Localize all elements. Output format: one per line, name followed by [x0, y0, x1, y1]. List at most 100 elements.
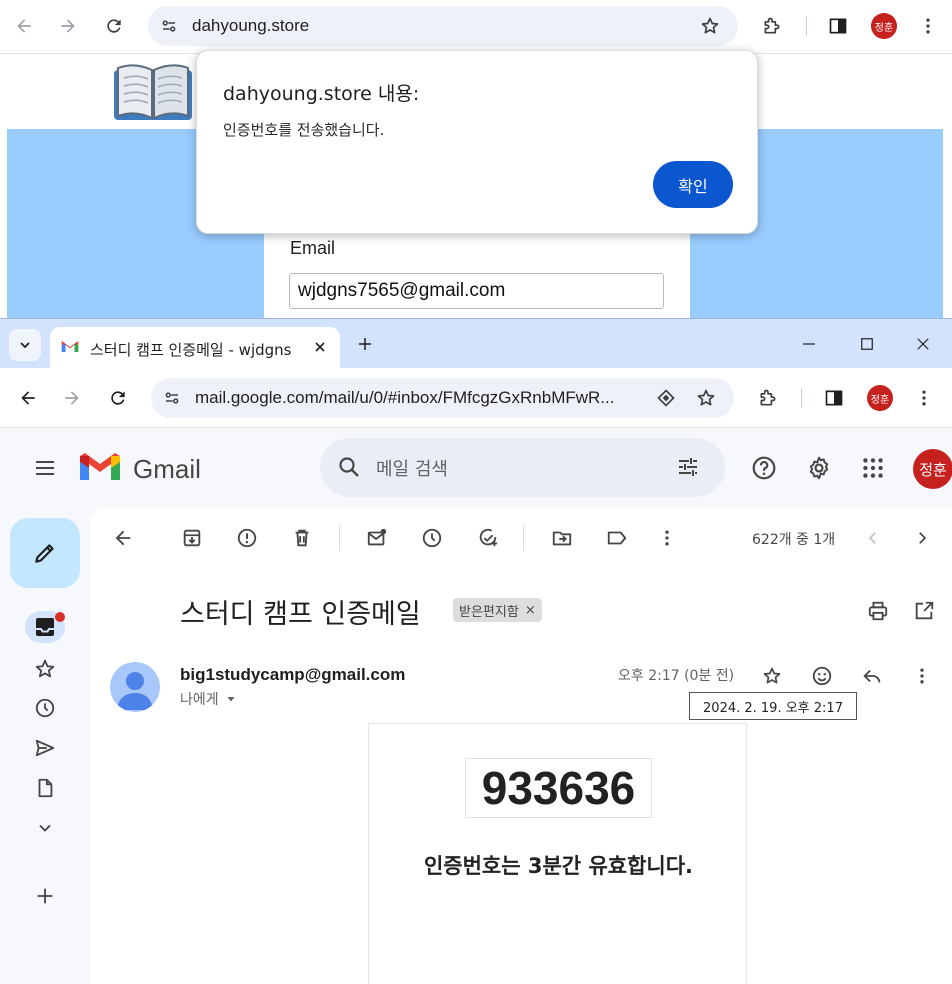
arrow-right-icon — [58, 16, 78, 36]
main-menu-icon[interactable] — [32, 456, 58, 480]
url-text: dahyoung.store — [192, 16, 310, 35]
remove-label-icon[interactable]: × — [525, 603, 536, 618]
nav-snoozed[interactable] — [25, 692, 65, 724]
account-avatar[interactable]: 정훈 — [913, 449, 952, 489]
message-time: 오후 2:17 (0분 전) — [618, 668, 735, 684]
message-more-icon[interactable] — [906, 660, 938, 692]
url-text-2: mail.google.com/mail/u/0/#inbox/FMfcgzGx… — [195, 388, 615, 407]
toolbar-divider — [806, 16, 807, 36]
sender-avatar[interactable] — [110, 662, 160, 712]
reply-icon[interactable] — [856, 660, 888, 692]
print-icon[interactable] — [862, 595, 894, 627]
nav-add-label[interactable] — [25, 880, 65, 912]
site-info-icon[interactable] — [163, 389, 181, 407]
inbox-icon — [25, 611, 65, 643]
snooze-icon[interactable] — [416, 522, 448, 554]
archive-icon[interactable] — [176, 522, 208, 554]
gmail-browser-toolbar: mail.google.com/mail/u/0/#inbox/FMfcgzGx… — [0, 368, 952, 428]
clock-icon — [34, 697, 56, 719]
add-to-tasks-icon[interactable] — [472, 522, 504, 554]
gmail-app: Gmail 메일 검색 정훈 622개 중 1개 스터디 캠프 인증메일 받은편… — [0, 428, 952, 984]
plus-icon — [34, 885, 56, 907]
nav-drafts[interactable] — [25, 772, 65, 804]
move-to-folder-icon[interactable] — [546, 522, 578, 554]
profile-avatar[interactable]: 정훈 — [871, 13, 897, 39]
new-tab-icon[interactable] — [356, 335, 374, 353]
recipient-label: 나에게 — [180, 692, 219, 708]
back-button-2[interactable] — [12, 382, 44, 414]
nav-inbox[interactable] — [25, 611, 65, 643]
back-button[interactable] — [8, 10, 40, 42]
address-bar[interactable]: dahyoung.store — [148, 6, 738, 46]
help-icon[interactable] — [751, 455, 777, 481]
recipient-details[interactable]: 나에게 — [180, 689, 237, 709]
draft-file-icon — [34, 777, 56, 799]
nav-sent[interactable] — [25, 732, 65, 764]
top-browser-window: dahyoung.store 정훈 Email wjdgns7565@gmail… — [0, 0, 952, 318]
more-actions-icon[interactable] — [651, 522, 683, 554]
settings-gear-icon[interactable] — [806, 455, 832, 481]
mark-unread-icon[interactable] — [361, 522, 393, 554]
nav-more[interactable] — [25, 812, 65, 844]
bookmark-star-icon[interactable] — [696, 388, 716, 408]
profile-avatar-2[interactable]: 정훈 — [867, 385, 893, 411]
open-in-new-window-icon[interactable] — [908, 595, 940, 627]
arrow-left-icon — [14, 16, 34, 36]
apps-grid-icon[interactable] — [860, 455, 886, 481]
close-window-icon[interactable] — [914, 335, 932, 353]
emoji-reaction-icon[interactable] — [806, 660, 838, 692]
book-logo-icon — [112, 62, 194, 124]
maximize-icon[interactable] — [858, 335, 876, 353]
alert-ok-button[interactable]: 확인 — [653, 161, 733, 208]
side-panel-button[interactable] — [822, 10, 854, 42]
compose-button[interactable] — [10, 518, 80, 588]
search-icon[interactable] — [337, 455, 361, 479]
tab-gmail[interactable]: 스터디 캠프 인증메일 - wjdgns — [50, 327, 340, 369]
reload-button-2[interactable] — [102, 382, 134, 414]
more-vert-icon — [918, 16, 938, 36]
toolbar-divider — [523, 525, 524, 551]
validity-message: 인증번호는 3분간 유효합니다. — [423, 854, 694, 878]
link-icon[interactable] — [656, 388, 676, 408]
older-chevron-right-icon[interactable] — [906, 522, 938, 554]
site-info-icon[interactable] — [160, 17, 178, 35]
mail-search-bar[interactable]: 메일 검색 — [320, 438, 725, 497]
star-icon — [34, 658, 56, 680]
toolbar-divider — [339, 525, 340, 551]
email-body: 933636 인증번호는 3분간 유효합니다. — [368, 723, 747, 984]
browser-menu-button[interactable] — [912, 10, 944, 42]
side-panel-button-2[interactable] — [818, 382, 850, 414]
browser-menu-button-2[interactable] — [908, 382, 940, 414]
inbox-label-chip[interactable]: 받은편지함 × — [453, 598, 542, 622]
forward-button[interactable] — [52, 10, 84, 42]
search-filter-icon[interactable] — [676, 455, 700, 479]
back-to-inbox-button[interactable] — [107, 522, 139, 554]
extensions-button[interactable] — [756, 10, 788, 42]
newer-chevron-left-icon[interactable] — [857, 522, 889, 554]
minimize-icon[interactable] — [800, 335, 818, 353]
star-message-icon[interactable] — [756, 660, 788, 692]
nav-starred[interactable] — [25, 653, 65, 685]
label-chip-text: 받은편지함 — [459, 604, 519, 620]
alert-dialog: dahyoung.store 내용: 인증번호를 전송했습니다. 확인 — [196, 50, 758, 234]
sender-address[interactable]: big1studycamp@gmail.com — [180, 665, 405, 685]
report-spam-icon[interactable] — [231, 522, 263, 554]
address-bar-2[interactable]: mail.google.com/mail/u/0/#inbox/FMfcgzGx… — [151, 378, 734, 418]
search-input[interactable]: 메일 검색 — [376, 455, 448, 481]
forward-button-2[interactable] — [56, 382, 88, 414]
label-icon[interactable] — [601, 522, 633, 554]
message-view: 622개 중 1개 스터디 캠프 인증메일 받은편지함 × big1studyc… — [90, 508, 952, 984]
caret-down-icon[interactable] — [225, 693, 237, 705]
side-panel-icon — [828, 16, 848, 36]
bookmark-star-icon[interactable] — [700, 16, 720, 36]
gmail-logo-icon[interactable] — [80, 452, 120, 482]
delete-trash-icon[interactable] — [286, 522, 318, 554]
extensions-button-2[interactable] — [752, 382, 784, 414]
top-browser-toolbar: dahyoung.store 정훈 — [0, 0, 952, 54]
reload-button[interactable] — [98, 10, 130, 42]
pencil-icon — [32, 540, 58, 566]
pager-count: 622개 중 1개 — [752, 532, 836, 548]
tab-search-button[interactable] — [9, 329, 41, 361]
close-tab-icon[interactable] — [312, 339, 328, 355]
email-field[interactable]: wjdgns7565@gmail.com — [289, 273, 664, 309]
